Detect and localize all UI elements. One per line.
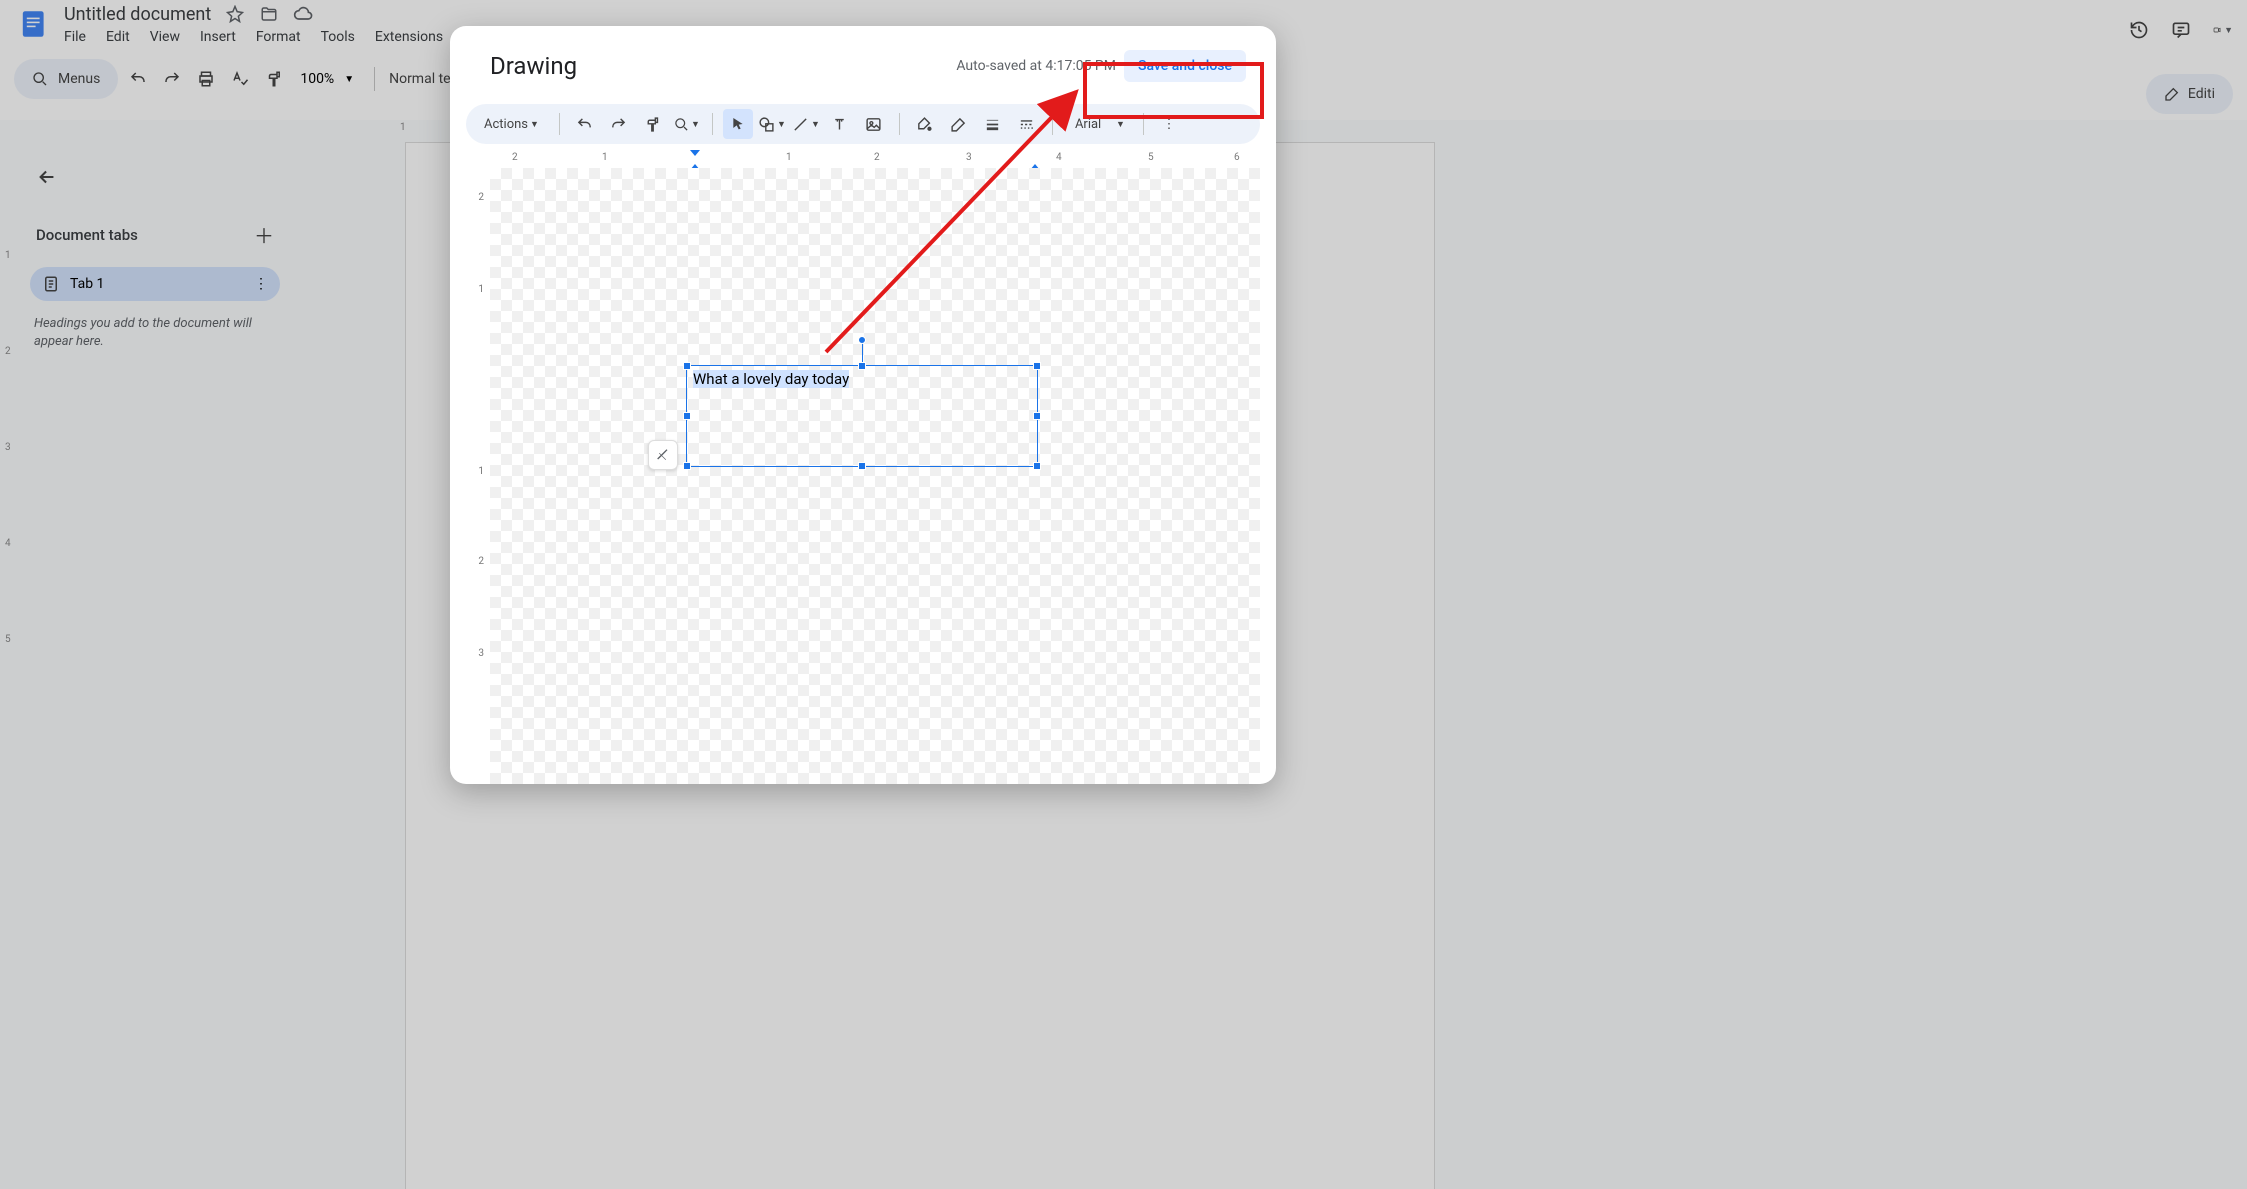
zoom-dropdown[interactable]: ▼ (672, 109, 702, 139)
more-options-button[interactable]: ⋮ (1154, 109, 1184, 139)
left-margin-marker[interactable] (690, 150, 700, 164)
text-box-selection[interactable]: What a lovely day today (686, 365, 1038, 467)
spellcheck-button[interactable] (226, 65, 254, 93)
back-button[interactable] (30, 160, 64, 194)
divider (712, 113, 713, 135)
text-box-tool[interactable] (825, 109, 855, 139)
drawing-canvas-area: 2 1 1 2 3 4 5 6 2 1 1 2 3 (466, 150, 1260, 784)
text-box-content[interactable]: What a lovely day today (693, 370, 849, 388)
document-title[interactable]: Untitled document (64, 4, 211, 25)
print-button[interactable] (192, 65, 220, 93)
save-and-close-button[interactable]: Save and close (1124, 50, 1246, 82)
right-margin-marker[interactable] (1030, 150, 1040, 164)
resize-handle-e[interactable] (1033, 412, 1041, 420)
select-tool[interactable] (723, 109, 753, 139)
rotate-handle[interactable] (858, 336, 866, 344)
border-weight-button[interactable] (978, 109, 1008, 139)
tab-label: Tab 1 (70, 276, 104, 292)
menus-search-pill[interactable]: Menus (14, 59, 118, 99)
divider (374, 67, 375, 91)
drawing-toolbar: Actions▼ ▼ ▼ ▼ Arial▼ ⋮ (466, 104, 1260, 144)
drawing-vertical-ruler: 2 1 1 2 3 (466, 168, 490, 784)
resize-handle-nw[interactable] (683, 362, 691, 370)
paint-format-button[interactable] (260, 65, 288, 93)
editing-mode-button[interactable]: Editi (2146, 74, 2233, 114)
zoom-dropdown[interactable]: 100% ▼ (294, 71, 360, 87)
divider (1052, 113, 1053, 135)
modal-title: Drawing (490, 52, 577, 80)
document-tabs-heading: Document tabs (36, 226, 138, 244)
paint-format-button[interactable] (638, 109, 668, 139)
undo-button[interactable] (570, 109, 600, 139)
move-icon[interactable] (259, 4, 279, 24)
comment-icon[interactable] (2171, 20, 2191, 40)
menubar: File Edit View Insert Format Tools Exten… (64, 29, 473, 45)
resize-handle-s[interactable] (858, 462, 866, 470)
star-icon[interactable] (225, 4, 245, 24)
autosave-status: Auto-saved at 4:17:05 PM (956, 58, 1116, 74)
add-tab-button[interactable]: ＋ (254, 220, 274, 249)
drawing-canvas[interactable]: What a lovely day today (490, 168, 1260, 784)
shape-tool[interactable]: ▼ (757, 109, 787, 139)
paragraph-style-dropdown[interactable]: Normal tex (389, 71, 457, 87)
menu-format[interactable]: Format (256, 29, 301, 45)
drawing-horizontal-ruler: 2 1 1 2 3 4 5 6 (490, 150, 1260, 168)
rotate-line (862, 342, 863, 362)
tab-more-icon[interactable]: ⋮ (254, 276, 268, 292)
actions-dropdown[interactable]: Actions▼ (474, 109, 549, 139)
resize-handle-sw[interactable] (683, 462, 691, 470)
menu-tools[interactable]: Tools (321, 29, 355, 45)
resize-handle-w[interactable] (683, 412, 691, 420)
menu-extensions[interactable]: Extensions (375, 29, 443, 45)
history-icon[interactable] (2129, 20, 2149, 40)
menu-edit[interactable]: Edit (106, 29, 130, 45)
menus-label: Menus (58, 71, 100, 87)
drawing-modal: Drawing Auto-saved at 4:17:05 PM Save an… (450, 26, 1276, 784)
menu-view[interactable]: View (150, 29, 180, 45)
modal-header: Drawing Auto-saved at 4:17:05 PM Save an… (450, 26, 1276, 96)
tab-item-1[interactable]: Tab 1 ⋮ (30, 267, 280, 301)
border-dash-button[interactable] (1012, 109, 1042, 139)
resize-handle-n[interactable] (858, 362, 866, 370)
outline-hint: Headings you add to the document will ap… (30, 315, 280, 351)
document-tabs-sidebar: Document tabs ＋ Tab 1 ⋮ Headings you add… (20, 150, 290, 361)
line-tool[interactable]: ▼ (791, 109, 821, 139)
resize-handle-se[interactable] (1033, 462, 1041, 470)
meet-icon[interactable]: ▼ (2213, 20, 2233, 40)
format-options-button[interactable] (648, 440, 678, 470)
redo-button[interactable] (158, 65, 186, 93)
menu-insert[interactable]: Insert (200, 29, 236, 45)
border-color-button[interactable] (944, 109, 974, 139)
docs-logo[interactable] (14, 4, 54, 44)
divider (559, 113, 560, 135)
menu-file[interactable]: File (64, 29, 86, 45)
divider (899, 113, 900, 135)
resize-handle-ne[interactable] (1033, 362, 1041, 370)
top-right-controls: ▼ (2129, 20, 2233, 40)
font-dropdown[interactable]: Arial▼ (1063, 109, 1133, 139)
image-tool[interactable] (859, 109, 889, 139)
redo-button[interactable] (604, 109, 634, 139)
undo-button[interactable] (124, 65, 152, 93)
fill-color-button[interactable] (910, 109, 940, 139)
divider (1143, 113, 1144, 135)
cloud-icon[interactable] (293, 4, 313, 24)
